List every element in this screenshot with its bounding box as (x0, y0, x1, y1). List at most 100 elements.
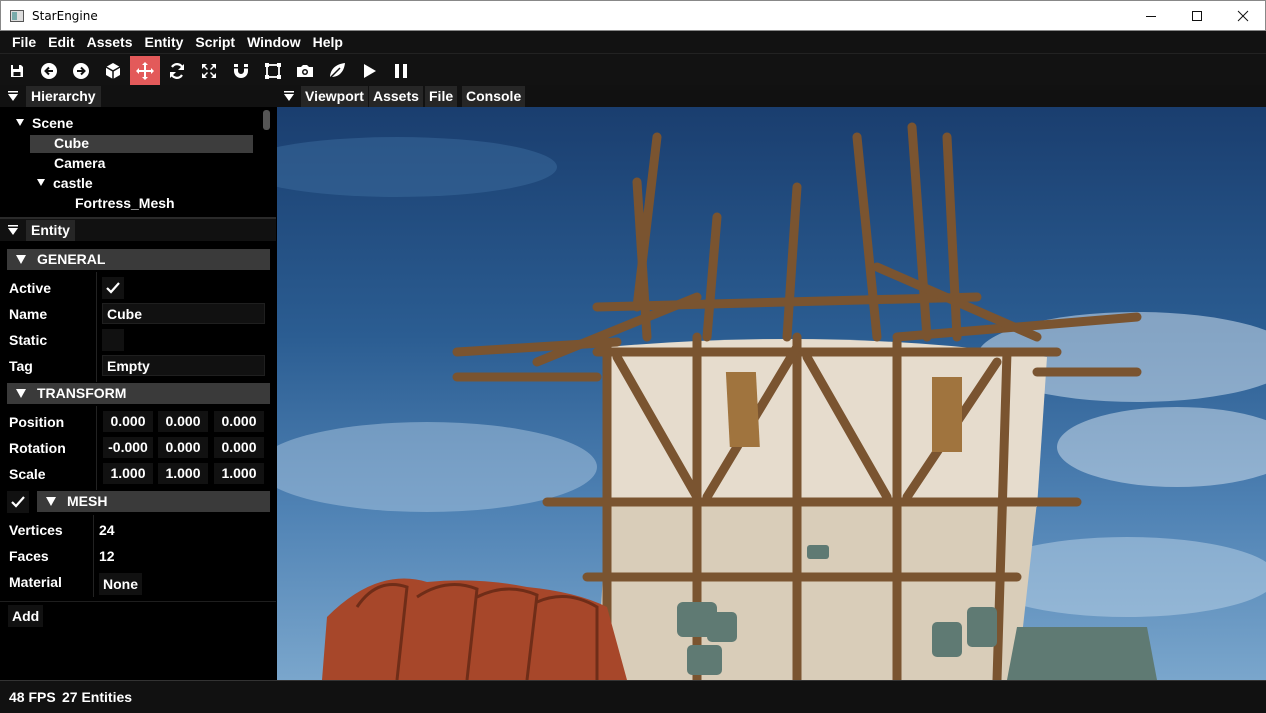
scale-label: Scale (9, 466, 46, 482)
section-general[interactable]: GENERAL (7, 249, 270, 270)
rotate-icon (169, 63, 185, 79)
menu-window[interactable]: Window (241, 31, 307, 53)
scale-y-field[interactable]: 1.000 (158, 463, 208, 484)
leaf-icon (329, 63, 345, 79)
collapse-icon (284, 91, 294, 101)
undo-button[interactable] (34, 56, 64, 86)
tag-field[interactable]: Empty (102, 355, 265, 376)
menu-bar: File Edit Assets Entity Script Window He… (0, 31, 1266, 53)
window-title: StarEngine (32, 9, 98, 23)
menu-script[interactable]: Script (189, 31, 241, 53)
faces-label: Faces (9, 548, 49, 564)
fps-counter: 48 FPS (9, 689, 56, 705)
tree-item-castle[interactable]: castle (37, 175, 93, 193)
faces-value: 12 (99, 548, 115, 564)
tab-assets[interactable]: Assets (369, 86, 423, 107)
position-z-field[interactable]: 0.000 (214, 411, 264, 432)
tree-item-camera[interactable]: Camera (54, 155, 105, 173)
bounds-icon (265, 63, 281, 79)
scale-tool-button[interactable] (194, 56, 224, 86)
redo-icon (73, 63, 89, 79)
material-selector[interactable]: None (99, 573, 142, 595)
tree-item-label: castle (53, 175, 93, 191)
tab-file[interactable]: File (425, 86, 458, 107)
tab-hierarchy[interactable]: Hierarchy (26, 86, 101, 107)
checkmark-icon (106, 282, 120, 294)
maximize-icon (1192, 11, 1202, 21)
column-separator (96, 406, 97, 490)
column-separator (96, 272, 97, 382)
position-x-field[interactable]: 0.000 (103, 411, 153, 432)
tab-viewport[interactable]: Viewport (301, 86, 368, 107)
hierarchy-collapse-toggle[interactable] (4, 87, 22, 105)
tab-console[interactable]: Console (462, 86, 526, 107)
redo-button[interactable] (66, 56, 96, 86)
expand-icon[interactable] (16, 118, 24, 126)
tab-entity[interactable]: Entity (26, 220, 75, 241)
tree-item-fortress-mesh[interactable]: Fortress_Mesh (75, 195, 175, 213)
hierarchy-header: Hierarchy (0, 85, 276, 107)
name-label: Name (9, 306, 48, 322)
play-icon (364, 64, 376, 78)
rotation-y-field[interactable]: 0.000 (158, 437, 208, 458)
scale-z-field[interactable]: 1.000 (214, 463, 264, 484)
position-y-field[interactable]: 0.000 (158, 411, 208, 432)
menu-file[interactable]: File (6, 31, 42, 53)
save-button[interactable] (2, 56, 32, 86)
castle-scene-render (277, 122, 1266, 680)
cube-button[interactable] (98, 56, 128, 86)
magnet-icon (234, 64, 248, 78)
rotate-tool-button[interactable] (162, 56, 192, 86)
rotation-z-field[interactable]: 0.000 (214, 437, 264, 458)
scale-icon (202, 64, 216, 78)
section-title: MESH (67, 493, 108, 509)
scale-x-field[interactable]: 1.000 (103, 463, 153, 484)
undo-icon (41, 63, 57, 79)
close-icon (1237, 10, 1249, 22)
close-button[interactable] (1220, 1, 1266, 31)
screenshot-button[interactable] (290, 56, 320, 86)
maximize-button[interactable] (1174, 1, 1220, 31)
bounds-button[interactable] (258, 56, 288, 86)
viewport-collapse-toggle[interactable] (280, 87, 298, 105)
move-tool-button[interactable] (130, 56, 160, 86)
active-checkbox[interactable] (102, 277, 124, 299)
menu-edit[interactable]: Edit (42, 31, 80, 53)
minimize-button[interactable] (1128, 1, 1174, 31)
active-label: Active (9, 280, 52, 296)
app-icon (10, 10, 24, 22)
static-label: Static (9, 332, 48, 348)
tree-item-cube[interactable]: Cube (30, 135, 253, 153)
menu-help[interactable]: Help (307, 31, 349, 53)
hierarchy-scrollbar[interactable] (263, 110, 270, 130)
scene-viewport[interactable] (277, 107, 1266, 680)
name-field[interactable]: Cube (102, 303, 265, 324)
viewport-tab-bar: Viewport Assets File Console (276, 85, 1266, 107)
environment-button[interactable] (322, 56, 352, 86)
menu-entity[interactable]: Entity (139, 31, 190, 53)
expand-icon[interactable] (37, 178, 45, 186)
static-checkbox[interactable] (102, 329, 124, 351)
snap-button[interactable] (226, 56, 256, 86)
collapse-icon (8, 91, 18, 101)
entity-count: 27 Entities (62, 689, 133, 705)
hierarchy-tree: Scene Cube Camera castle Fortress_Mesh (0, 107, 276, 217)
rotation-x-field[interactable]: -0.000 (103, 437, 153, 458)
rotation-label: Rotation (9, 440, 66, 456)
pause-button[interactable] (386, 56, 416, 86)
tree-item-scene[interactable]: Scene (16, 115, 73, 133)
title-bar: StarEngine (0, 0, 1266, 31)
section-transform[interactable]: TRANSFORM (7, 383, 270, 404)
add-component-button[interactable]: Add (8, 605, 44, 627)
mesh-enabled-checkbox[interactable] (7, 491, 29, 513)
tree-item-label: Cube (54, 135, 89, 151)
collapse-icon (46, 497, 56, 506)
entity-collapse-toggle[interactable] (4, 221, 22, 239)
section-mesh[interactable]: MESH (37, 491, 270, 512)
play-button[interactable] (354, 56, 384, 86)
toolbar (0, 53, 1266, 86)
menu-assets[interactable]: Assets (81, 31, 139, 53)
status-bar: 48 FPS 27 Entities (0, 680, 1266, 713)
section-title: GENERAL (37, 251, 106, 267)
tree-item-label: Camera (54, 155, 106, 171)
